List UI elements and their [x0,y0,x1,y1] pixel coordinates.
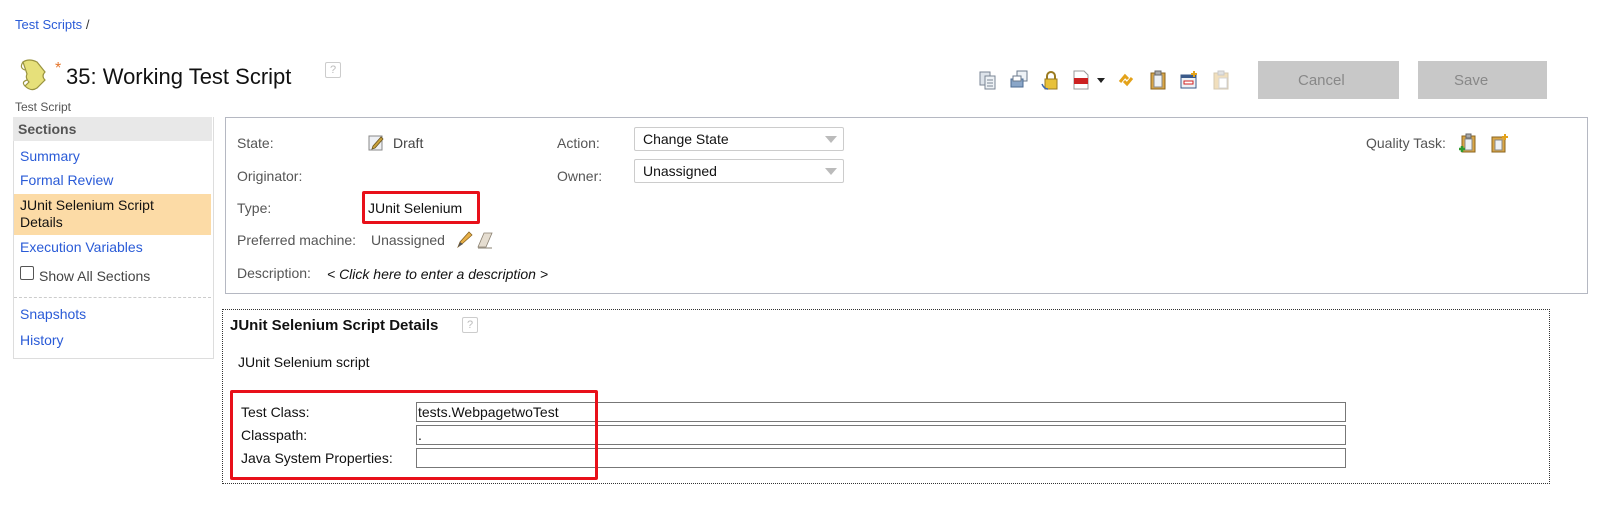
type-highlight-box [362,191,480,224]
clipboard-icon[interactable] [1149,70,1167,90]
print-icon[interactable] [1010,70,1028,90]
show-all-sections-label: Show All Sections [39,268,151,284]
help-icon[interactable]: ? [325,62,341,78]
breadcrumb: Test Scripts / [15,17,89,32]
add-quality-task-icon[interactable] [1458,133,1478,153]
quality-task-label: Quality Task: [1366,135,1446,151]
state-value: Draft [393,135,424,151]
details-description: JUnit Selenium script [238,354,370,370]
action-label: Action: [557,135,600,151]
action-select-value: Change State [643,131,729,147]
owner-select[interactable]: Unassigned [634,159,844,183]
chevron-down-icon [825,168,837,175]
save-button[interactable]: Save [1418,61,1547,99]
chevron-down-icon [825,136,837,143]
details-help-icon[interactable]: ? [462,317,478,333]
owner-select-value: Unassigned [643,163,717,179]
breadcrumb-separator: / [85,17,90,32]
preferred-machine-value: Unassigned [371,232,445,248]
pdf-icon[interactable] [1072,70,1090,90]
page-subtitle: Test Script [15,100,72,114]
breadcrumb-test-scripts-link[interactable]: Test Scripts [15,17,82,32]
pdf-dropdown-icon[interactable] [1097,78,1105,83]
sections-heading: Sections [13,117,212,141]
sidebar-item-history[interactable]: History [20,332,64,348]
details-heading: JUnit Selenium Script Details [230,317,439,334]
unsaved-marker: * [55,60,62,77]
owner-label: Owner: [557,168,603,184]
sidebar-item-junit-selenium-script-details[interactable]: JUnit Selenium Script Details [20,197,200,231]
scroll-icon [15,56,51,92]
sidebar-item-summary[interactable]: Summary [20,148,80,164]
lock-icon[interactable] [1041,70,1059,90]
show-all-sections-checkbox[interactable] [20,266,34,280]
eraser-icon[interactable] [476,231,494,249]
sidebar-item-execution-variables[interactable]: Execution Variables [20,239,143,255]
type-label: Type: [237,200,272,216]
cancel-button[interactable]: Cancel [1258,61,1399,99]
pencil-icon[interactable] [456,231,474,249]
paste-icon [1212,70,1230,90]
action-select[interactable]: Change State [634,127,844,151]
copy-icon[interactable] [979,70,997,90]
fields-highlight-box [230,390,598,480]
sidebar-item-snapshots[interactable]: Snapshots [20,306,86,322]
new-quality-task-icon[interactable] [1490,133,1510,153]
sync-icon[interactable] [1117,70,1135,90]
edit-state-icon[interactable] [368,134,385,151]
sidebar-item-formal-review[interactable]: Formal Review [20,172,113,188]
sidebar-divider [14,297,211,298]
new-window-icon[interactable] [1180,70,1198,90]
page-title: 35: Working Test Script [66,64,292,89]
description-label: Description: [237,265,311,281]
description-field[interactable]: < Click here to enter a description > [327,266,548,282]
originator-label: Originator: [237,168,303,184]
state-label: State: [237,135,274,151]
preferred-machine-label: Preferred machine: [237,232,357,248]
